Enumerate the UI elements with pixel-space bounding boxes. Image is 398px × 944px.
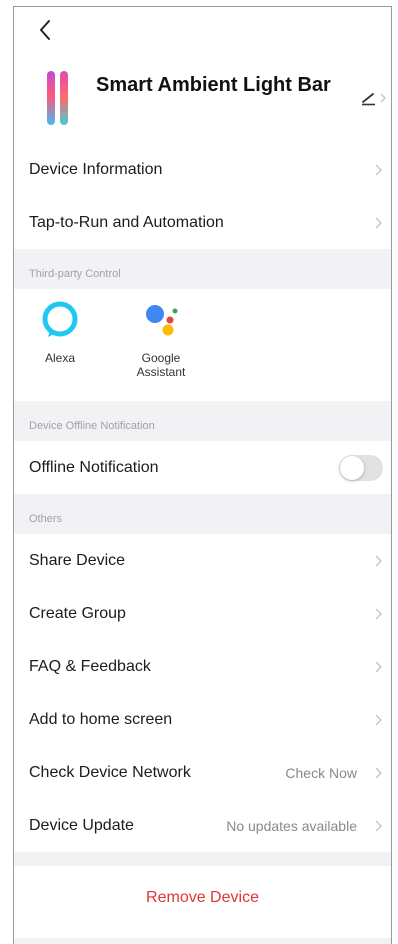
- chevron-right-icon: [374, 554, 383, 568]
- device-header: Smart Ambient Light Bar: [14, 7, 391, 143]
- google-label-line1: Google: [141, 351, 181, 365]
- share-device-row[interactable]: Share Device: [14, 534, 391, 587]
- device-update-label: Device Update: [29, 816, 134, 834]
- add-home-screen-row[interactable]: Add to home screen: [14, 693, 391, 746]
- chevron-right-icon: [374, 713, 383, 727]
- create-group-row[interactable]: Create Group: [14, 587, 391, 640]
- device-information-row[interactable]: Device Information: [14, 143, 391, 196]
- alexa-icon: [42, 301, 78, 337]
- third-party-panel: Alexa Google Assistant: [14, 289, 391, 401]
- toggle-knob: [340, 455, 364, 480]
- device-menu-top: Device Information Tap-to-Run and Automa…: [14, 143, 391, 249]
- third-party-section-header: Third-party Control: [29, 268, 121, 280]
- add-home-screen-label: Add to home screen: [29, 710, 173, 728]
- tap-to-run-label: Tap-to-Run and Automation: [29, 213, 224, 231]
- check-network-value: Check Now: [285, 764, 357, 781]
- share-device-label: Share Device: [29, 551, 126, 569]
- alexa-item[interactable]: Alexa: [28, 299, 92, 365]
- remove-device-button[interactable]: Remove Device: [14, 866, 391, 938]
- chevron-right-icon: [374, 607, 383, 621]
- chevron-right-icon: [374, 819, 383, 833]
- device-update-value: No updates available: [226, 817, 357, 834]
- google-assistant-item[interactable]: Google Assistant: [122, 299, 200, 379]
- light-bar-device-icon: [47, 71, 68, 125]
- offline-notification-row: Offline Notification: [14, 441, 391, 494]
- offline-section-header: Device Offline Notification: [29, 420, 155, 432]
- faq-feedback-label: FAQ & Feedback: [29, 657, 151, 675]
- device-update-row[interactable]: Device Update No updates available: [14, 799, 391, 852]
- chevron-left-icon: [40, 20, 50, 40]
- back-button[interactable]: [34, 15, 56, 45]
- check-network-row[interactable]: Check Device Network Check Now: [14, 746, 391, 799]
- tap-to-run-row[interactable]: Tap-to-Run and Automation: [14, 196, 391, 249]
- alexa-label: Alexa: [44, 351, 76, 365]
- create-group-label: Create Group: [29, 604, 126, 622]
- remove-device-label: Remove Device: [146, 889, 259, 906]
- edit-name-button[interactable]: [360, 85, 391, 109]
- chevron-right-icon: [374, 163, 383, 177]
- offline-notification-toggle[interactable]: [339, 454, 383, 481]
- phone-screen: Smart Ambient Light Bar Device Informati…: [13, 6, 392, 944]
- chevron-right-icon: [374, 766, 383, 780]
- offline-notification-label: Offline Notification: [29, 458, 159, 476]
- chevron-right-icon: [374, 660, 383, 674]
- others-section-header: Others: [29, 513, 63, 525]
- google-assistant-icon: [146, 305, 178, 336]
- offline-panel: Offline Notification: [14, 441, 391, 494]
- check-network-label: Check Device Network: [29, 763, 191, 781]
- google-label-line2: Assistant: [136, 365, 186, 379]
- pencil-icon: [362, 93, 386, 106]
- device-information-label: Device Information: [29, 160, 163, 178]
- chevron-right-icon: [374, 216, 383, 230]
- others-menu: Share Device Create Group FAQ & Feedback…: [14, 534, 391, 852]
- device-name: Smart Ambient Light Bar: [96, 74, 331, 96]
- faq-feedback-row[interactable]: FAQ & Feedback: [14, 640, 391, 693]
